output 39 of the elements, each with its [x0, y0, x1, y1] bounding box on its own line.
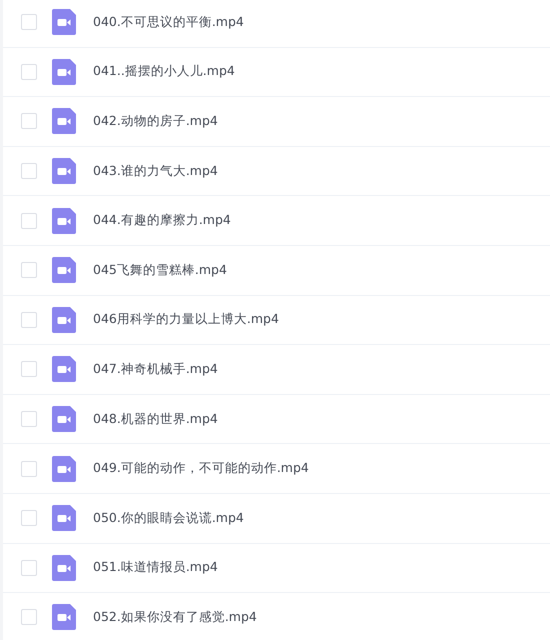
checkbox[interactable]: [21, 212, 37, 229]
video-file-icon: [52, 356, 76, 382]
file-name[interactable]: 040.不可思议的平衡.mp4: [93, 14, 244, 31]
file-name[interactable]: 044.有趣的摩擦力.mp4: [93, 212, 231, 230]
checkbox[interactable]: [21, 411, 37, 428]
video-file-icon: [52, 554, 76, 581]
video-file-icon: [52, 505, 76, 532]
file-name[interactable]: 046用科学的力量以上博大.mp4: [93, 311, 279, 328]
video-file-icon: [52, 9, 76, 36]
video-file-icon: [52, 58, 76, 85]
checkbox[interactable]: [21, 262, 37, 278]
video-file-icon: [52, 406, 76, 432]
video-file-icon: [52, 604, 76, 630]
file-name[interactable]: 048.机器的世界.mp4: [93, 410, 218, 428]
checkbox[interactable]: [21, 560, 37, 576]
file-name[interactable]: 050.你的眼睛会说谎.mp4: [93, 510, 244, 527]
checkbox[interactable]: [21, 163, 37, 180]
checkbox[interactable]: [21, 460, 37, 477]
file-name[interactable]: 041..摇摆的小人儿.mp4: [93, 63, 235, 80]
checkbox[interactable]: [21, 510, 37, 526]
video-file-icon: [52, 108, 76, 134]
video-file-icon: [52, 306, 76, 333]
video-file-icon: [52, 456, 76, 482]
checkbox[interactable]: [21, 609, 37, 626]
checkbox[interactable]: [21, 113, 37, 130]
video-file-icon: [52, 208, 76, 234]
file-name[interactable]: 042.动物的房子.mp4: [93, 112, 218, 130]
video-file-icon: [52, 257, 76, 284]
checkbox[interactable]: [21, 64, 37, 80]
file-name[interactable]: 047.神奇机械手.mp4: [93, 360, 218, 378]
checkbox[interactable]: [21, 361, 37, 378]
file-name[interactable]: 052.如果你没有了感觉.mp4: [93, 608, 257, 626]
file-name[interactable]: 043.谁的力气大.mp4: [93, 162, 218, 180]
file-name[interactable]: 051.味道情报员.mp4: [93, 559, 218, 576]
checkbox[interactable]: [21, 312, 37, 328]
file-name[interactable]: 045飞舞的雪糕棒.mp4: [93, 262, 227, 279]
checkbox[interactable]: [21, 14, 37, 30]
file-name[interactable]: 049.可能的动作，不可能的动作.mp4: [93, 460, 309, 478]
video-file-icon: [52, 158, 76, 184]
